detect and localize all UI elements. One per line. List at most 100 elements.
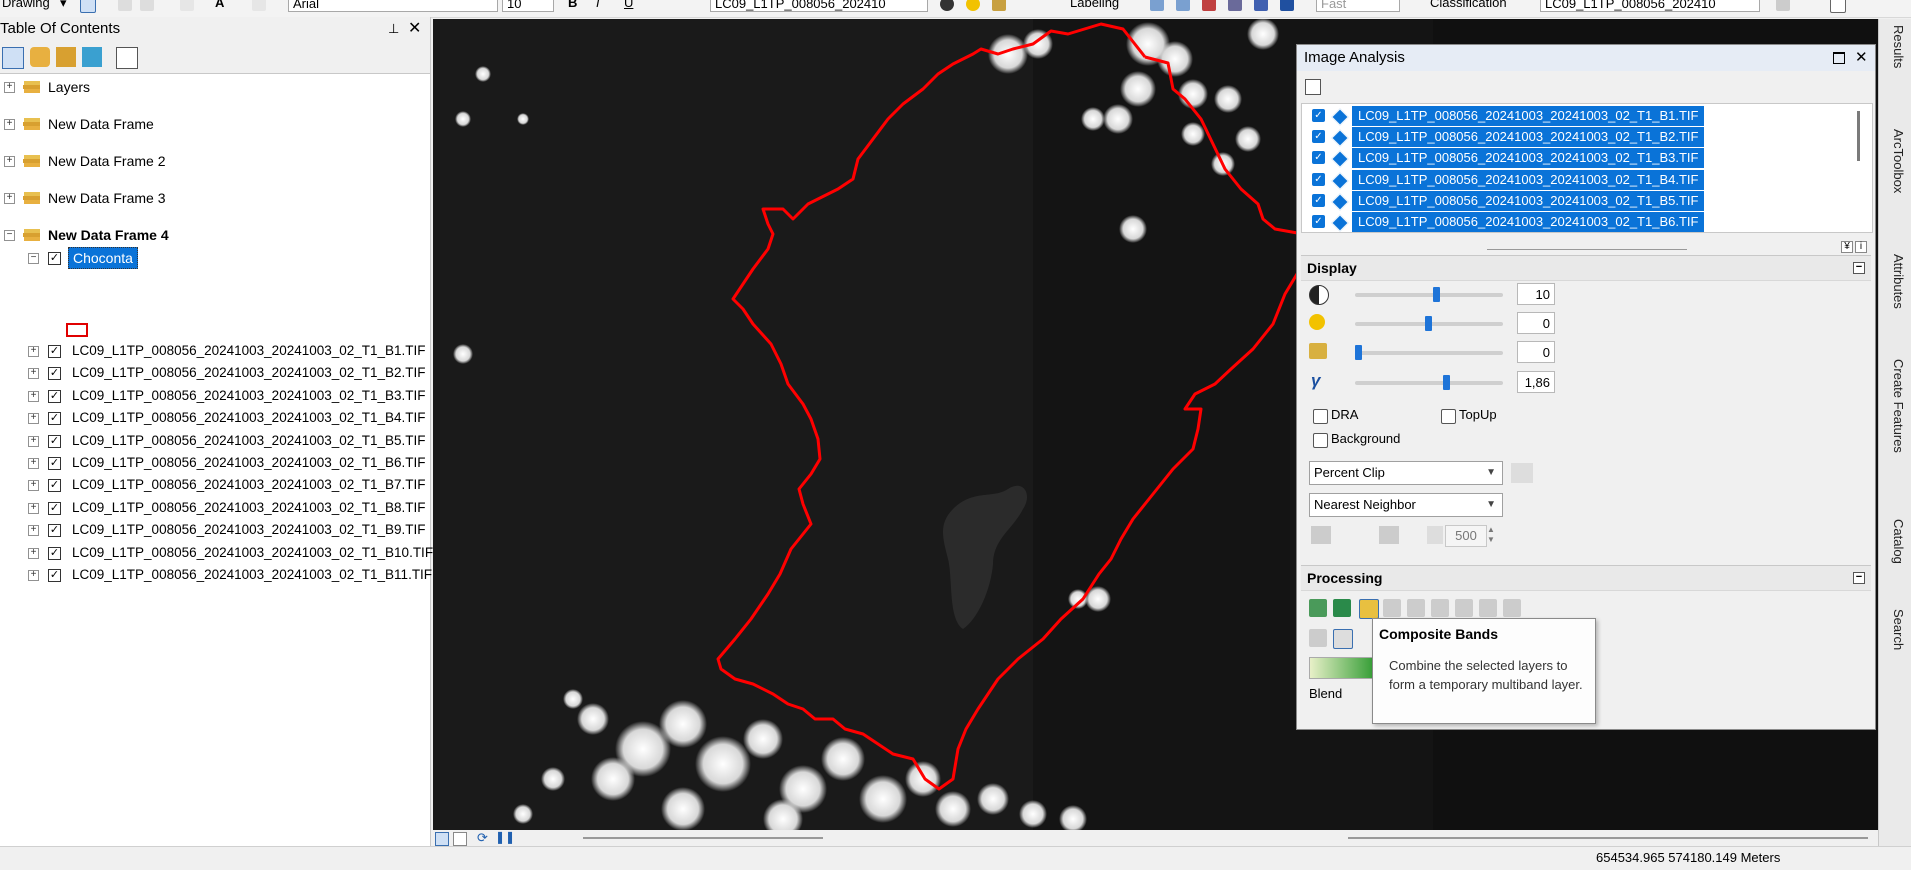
layer-combo[interactable]: LC09_L1TP_008056_202410 bbox=[710, 0, 928, 12]
selected-layer-label[interactable]: Choconta bbox=[68, 247, 138, 269]
hillshade-icon[interactable] bbox=[1455, 599, 1473, 617]
contrast-slider[interactable] bbox=[1355, 287, 1503, 302]
expand-icon[interactable]: + bbox=[28, 458, 39, 469]
background-checkbox[interactable] bbox=[1313, 433, 1328, 448]
select-elements-icon[interactable] bbox=[80, 0, 96, 13]
expand-icon[interactable]: + bbox=[28, 435, 39, 447]
collapse-icon[interactable]: − bbox=[28, 253, 39, 264]
layer-visibility-checkbox[interactable]: ✓ bbox=[48, 389, 61, 403]
maximize-icon[interactable] bbox=[1833, 52, 1845, 64]
differencing-icon[interactable] bbox=[1503, 599, 1521, 617]
map-hscroll-thumb[interactable] bbox=[1348, 837, 1868, 839]
pause-drawing-icon[interactable]: ❚❚ bbox=[495, 830, 515, 844]
layer-list-scrollbar[interactable] bbox=[1857, 111, 1860, 161]
expand-icon[interactable]: + bbox=[4, 156, 15, 167]
layer-visibility-checkbox[interactable]: ✓ bbox=[48, 479, 61, 493]
gamma-slider[interactable] bbox=[1355, 375, 1503, 390]
expand-icon[interactable]: + bbox=[28, 346, 39, 357]
italic-button[interactable]: I bbox=[596, 0, 600, 10]
layer-checkbox[interactable]: ✓ bbox=[1312, 172, 1325, 186]
pin-icon[interactable]: ⊥ bbox=[388, 17, 399, 41]
layer-visibility-checkbox[interactable]: ✓ bbox=[48, 412, 61, 426]
pansharpen-icon[interactable] bbox=[1407, 599, 1425, 617]
zoom-whole-page-icon[interactable] bbox=[140, 0, 154, 11]
expand-icon[interactable]: + bbox=[28, 570, 39, 581]
swipe-icon[interactable] bbox=[1379, 526, 1399, 544]
clip-icon[interactable] bbox=[1309, 599, 1327, 617]
layer-visibility-checkbox[interactable]: ✓ bbox=[48, 345, 61, 358]
search-tab[interactable]: Search bbox=[1884, 609, 1906, 650]
close-icon[interactable]: ✕ bbox=[1855, 45, 1868, 71]
arctoolbox-tab[interactable]: ArcToolbox bbox=[1884, 129, 1906, 193]
ndvi-icon[interactable] bbox=[1383, 599, 1401, 617]
expand-icon[interactable]: + bbox=[28, 368, 39, 380]
contrast-slider-knob[interactable] bbox=[1433, 287, 1440, 302]
bold-button[interactable]: B bbox=[568, 0, 577, 10]
layer-visibility-checkbox[interactable]: ✓ bbox=[48, 457, 61, 470]
rotate-icon[interactable] bbox=[118, 0, 132, 11]
brightness-icon[interactable] bbox=[966, 0, 980, 11]
splitter-handle[interactable] bbox=[1487, 249, 1687, 250]
options-icon[interactable] bbox=[1305, 79, 1321, 95]
flicker-icon[interactable] bbox=[1427, 526, 1443, 544]
layer-checkbox[interactable]: ✓ bbox=[1312, 193, 1325, 207]
transparency-slider[interactable] bbox=[1355, 345, 1503, 360]
drawing-dropdown-icon[interactable]: ▾ bbox=[60, 0, 67, 11]
expand-icon[interactable]: + bbox=[4, 119, 15, 130]
resampling-dropdown[interactable]: Nearest Neighbor ▼ bbox=[1309, 493, 1503, 517]
transparency-slider-knob[interactable] bbox=[1355, 345, 1362, 360]
polygon-symbol[interactable] bbox=[66, 323, 88, 337]
view-unplaced-labels-icon[interactable] bbox=[1254, 0, 1268, 11]
contrast-icon[interactable] bbox=[940, 0, 954, 11]
list-by-selection-icon[interactable] bbox=[82, 47, 102, 67]
layer-checkbox[interactable]: ✓ bbox=[1312, 130, 1325, 144]
layer-visibility-checkbox[interactable]: ✓ bbox=[48, 367, 61, 381]
list-by-drawing-order-icon[interactable] bbox=[2, 47, 24, 69]
fast-combo[interactable]: Fast bbox=[1316, 0, 1400, 12]
layer-visibility-checkbox[interactable]: ✓ bbox=[48, 501, 61, 515]
layer-checkbox[interactable]: ✓ bbox=[1312, 215, 1325, 228]
layer-visibility-checkbox[interactable]: ✓ bbox=[48, 524, 61, 538]
rectangle-icon[interactable] bbox=[180, 0, 194, 11]
refresh-icon[interactable]: ⟳ bbox=[477, 830, 488, 846]
labeling-menu[interactable]: Labeling bbox=[1070, 0, 1119, 10]
transparency-value[interactable]: 0 bbox=[1517, 341, 1555, 363]
stretch-dropdown[interactable]: Percent Clip ▼ bbox=[1309, 461, 1503, 485]
layer-visibility-checkbox[interactable]: ✓ bbox=[48, 252, 61, 265]
processing-section-header[interactable]: Processing − bbox=[1301, 565, 1871, 591]
layout-view-icon[interactable] bbox=[453, 832, 467, 846]
label-manager-icon[interactable] bbox=[1150, 0, 1164, 11]
display-section-header[interactable]: Display − bbox=[1301, 255, 1871, 281]
spin-buttons[interactable]: ▲ ▼ bbox=[1487, 525, 1495, 545]
catalog-tab[interactable]: Catalog bbox=[1884, 519, 1906, 564]
classification-layer-combo[interactable]: LC09_L1TP_008056_202410 bbox=[1540, 0, 1760, 12]
expand-icon[interactable]: + bbox=[28, 547, 39, 559]
layer-visibility-checkbox[interactable]: ✓ bbox=[48, 434, 61, 448]
view-info-icon[interactable]: i bbox=[1855, 241, 1867, 253]
list-by-source-icon[interactable] bbox=[30, 47, 50, 67]
label-options-icon[interactable] bbox=[1280, 0, 1294, 11]
shadow-icon[interactable] bbox=[1479, 599, 1497, 617]
font-size-combo[interactable]: 10 bbox=[502, 0, 554, 12]
results-tab[interactable]: Results bbox=[1884, 25, 1906, 68]
brightness-value[interactable]: 0 bbox=[1517, 312, 1555, 334]
topup-checkbox[interactable] bbox=[1441, 409, 1456, 424]
label-priority-icon[interactable] bbox=[1176, 0, 1190, 11]
label-weights-icon[interactable] bbox=[1228, 0, 1242, 11]
expand-icon[interactable]: + bbox=[28, 480, 39, 492]
dra-checkbox[interactable] bbox=[1313, 409, 1328, 424]
lock-labels-icon[interactable] bbox=[1202, 0, 1216, 11]
font-name-combo[interactable]: Arial bbox=[288, 0, 498, 12]
layer-checkbox[interactable]: ✓ bbox=[1312, 151, 1325, 165]
collapse-icon[interactable]: − bbox=[1853, 572, 1865, 584]
expand-icon[interactable]: + bbox=[28, 525, 39, 537]
layer-visibility-checkbox[interactable]: ✓ bbox=[48, 569, 61, 582]
gamma-value[interactable]: 1,86 bbox=[1517, 371, 1555, 393]
expand-icon[interactable]: + bbox=[4, 193, 15, 204]
expand-icon[interactable]: + bbox=[28, 413, 39, 425]
expand-icon[interactable]: + bbox=[28, 502, 39, 514]
drawing-menu[interactable]: Drawing bbox=[2, 0, 50, 10]
expand-icon[interactable]: + bbox=[4, 82, 15, 93]
transparency-icon[interactable] bbox=[992, 0, 1006, 11]
layer-checkbox[interactable]: ✓ bbox=[1312, 109, 1325, 122]
